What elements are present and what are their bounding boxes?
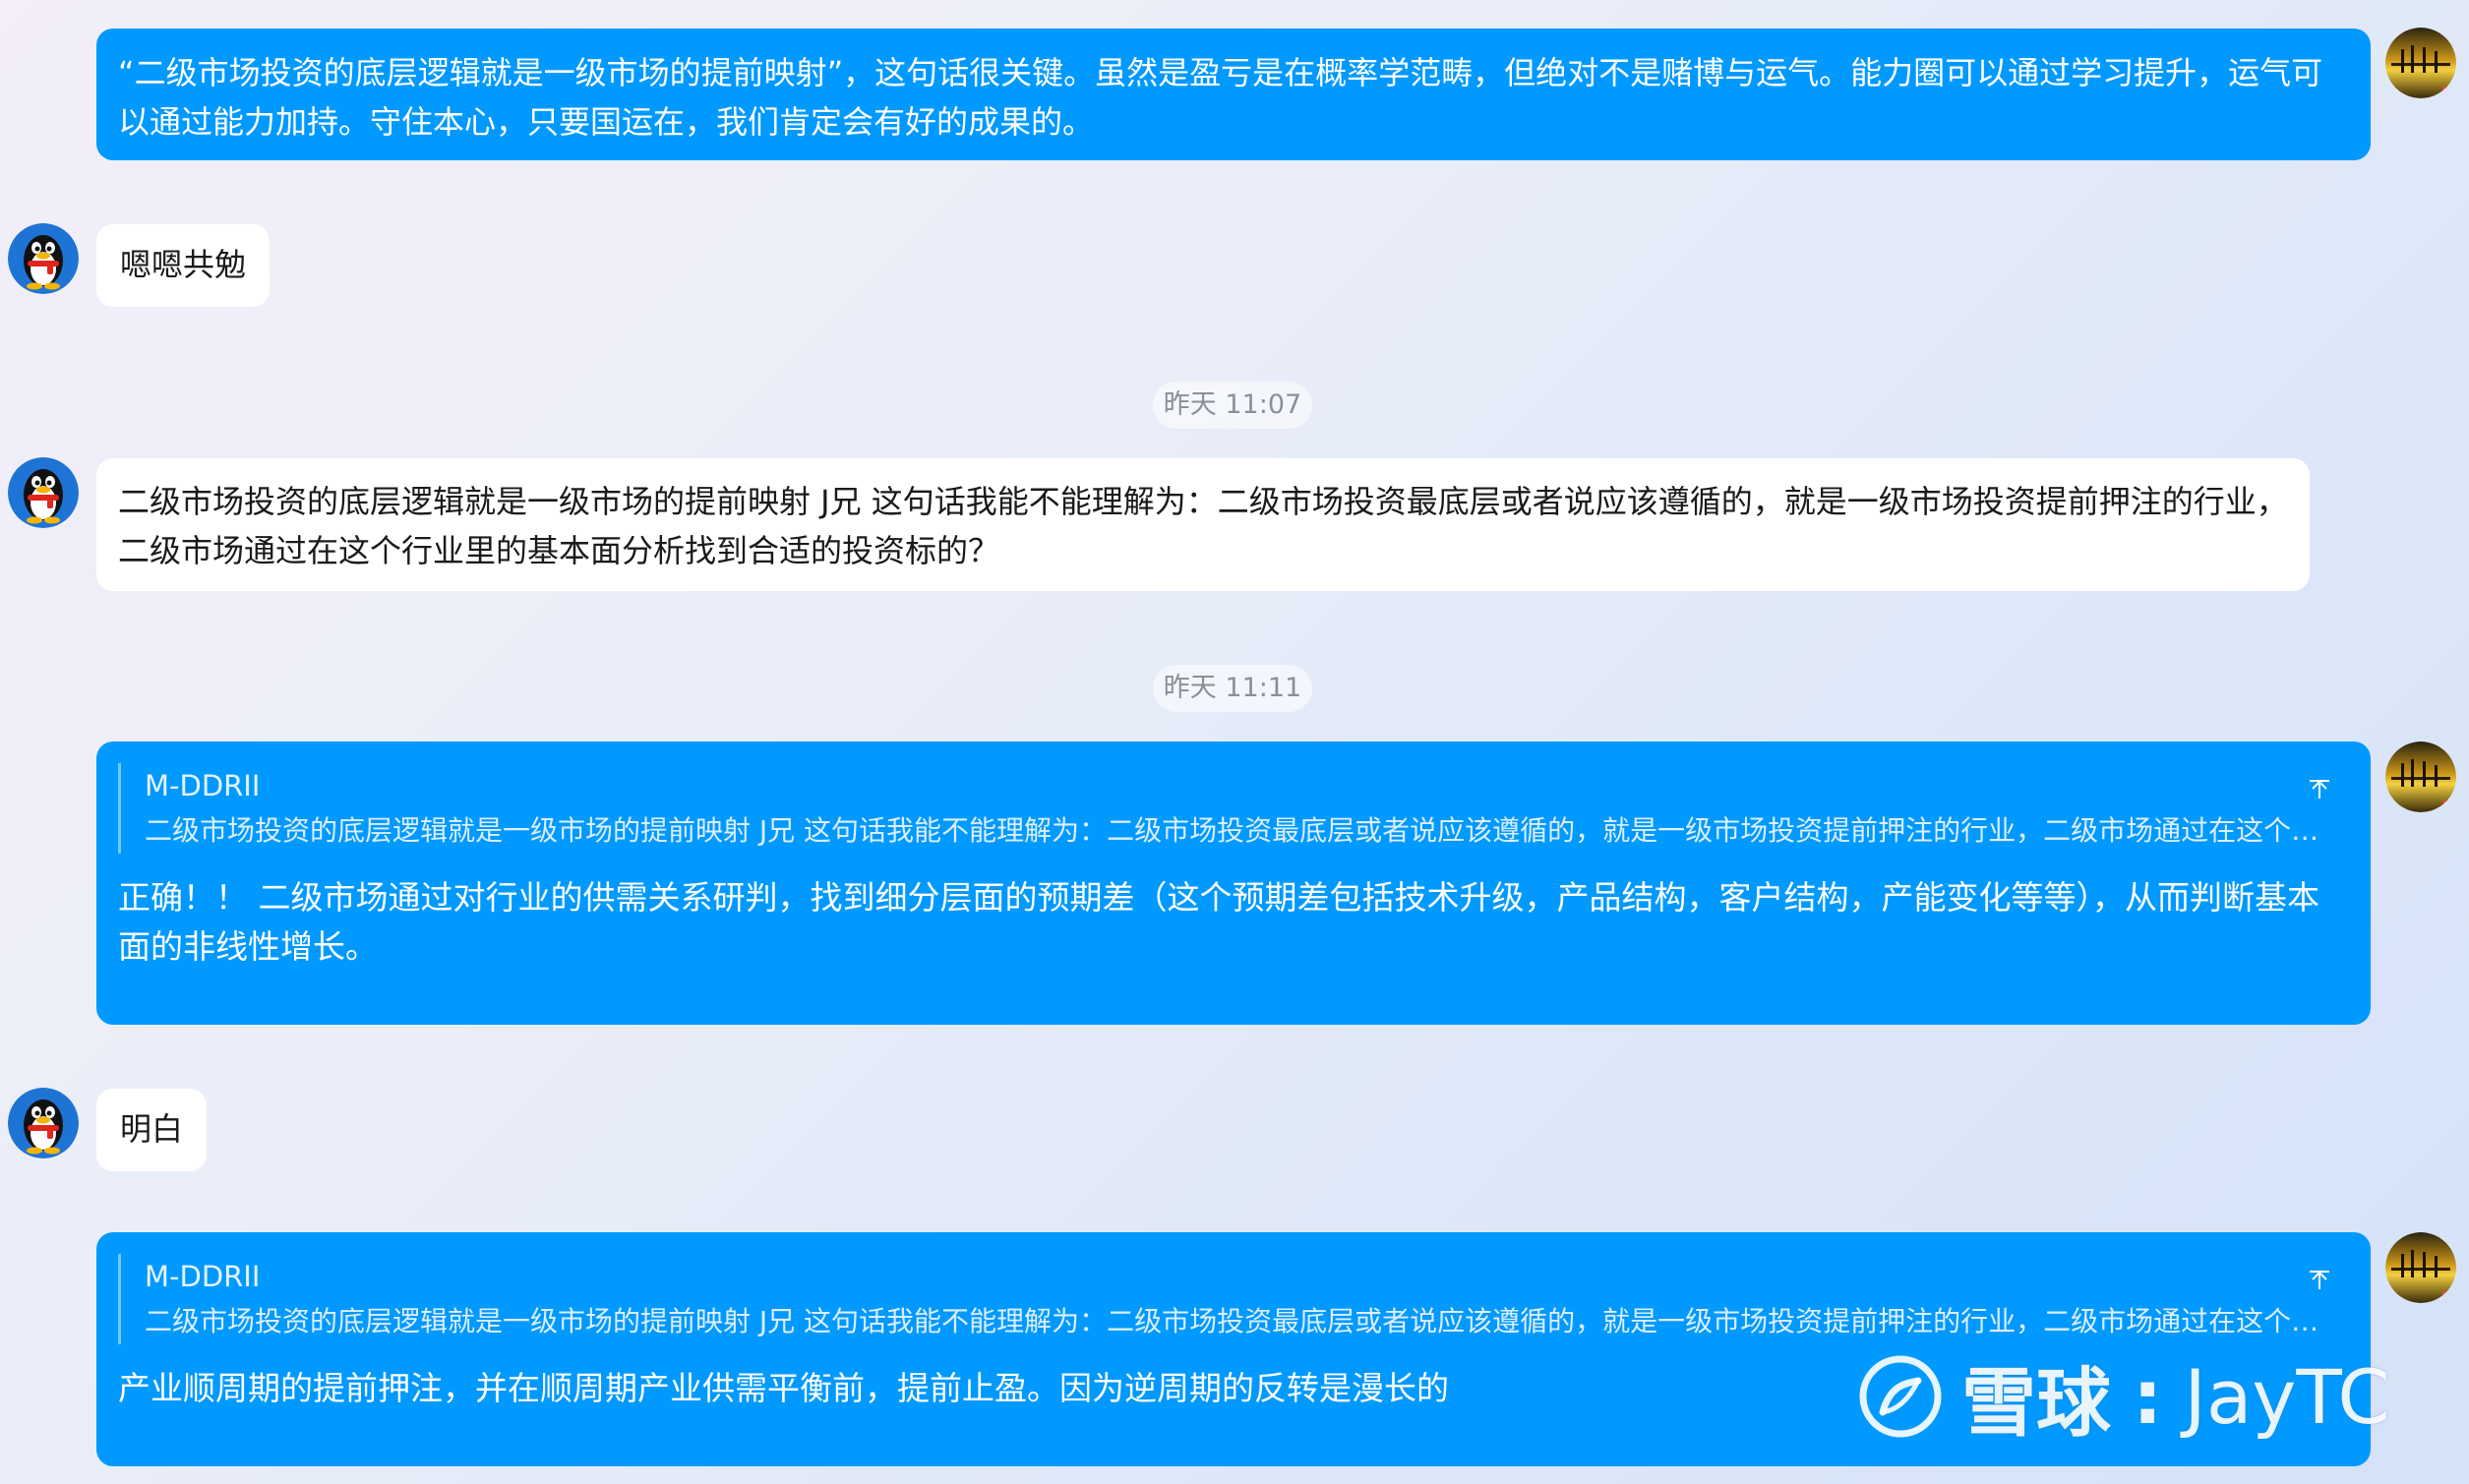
message-text: 二级市场投资的底层逻辑就是一级市场的提前映射 J兄 这句话我能不能理解为：二级市…: [118, 483, 2288, 569]
sunset-avatar-icon: [2385, 1232, 2456, 1303]
message-bubble-outgoing[interactable]: “二级市场投资的底层逻辑就是一级市场的提前映射”，这句话很关键。虽然是盈亏是在概…: [96, 29, 2371, 160]
self-avatar[interactable]: [2385, 742, 2456, 812]
message-bubble-outgoing[interactable]: M-DDRII 二级市场投资的底层逻辑就是一级市场的提前映射 J兄 这句话我能不…: [96, 742, 2371, 1025]
message-text: “二级市场投资的底层逻辑就是一级市场的提前映射”，这句话很关键。虽然是盈亏是在概…: [118, 54, 2323, 141]
quoted-message[interactable]: M-DDRII 二级市场投资的底层逻辑就是一级市场的提前映射 J兄 这句话我能不…: [118, 763, 2349, 854]
message-text: 嗯嗯共勉: [120, 246, 247, 283]
collapse-arrow-icon[interactable]: [2306, 775, 2333, 802]
penguin-avatar-icon: [8, 223, 79, 294]
watermark-user: JayTC: [2184, 1352, 2390, 1441]
quote-author: M-DDRII: [145, 1260, 261, 1293]
timestamp: 昨天 11:11: [1153, 665, 1312, 712]
contact-avatar[interactable]: [8, 223, 79, 294]
message-text: 正确！！ 二级市场通过对行业的供需关系研判，找到细分层面的预期差（这个预期差包括…: [118, 878, 2319, 966]
contact-avatar[interactable]: [8, 457, 79, 528]
watermark: 雪球 : JayTC: [1857, 1349, 2390, 1447]
collapse-arrow-icon[interactable]: [2306, 1266, 2333, 1293]
self-avatar[interactable]: [2385, 28, 2456, 98]
xueqiu-logo-icon: [1859, 1355, 1942, 1438]
quote-text: 二级市场投资的底层逻辑就是一级市场的提前映射 J兄 这句话我能不能理解为：二级市…: [145, 814, 2328, 847]
penguin-avatar-icon: [8, 1088, 79, 1158]
contact-avatar[interactable]: [8, 1088, 79, 1158]
quote-author: M-DDRII: [145, 769, 261, 802]
watermark-site: 雪球: [1961, 1359, 2111, 1447]
quoted-message[interactable]: M-DDRII 二级市场投资的底层逻辑就是一级市场的提前映射 J兄 这句话我能不…: [118, 1254, 2349, 1344]
watermark-separator: :: [2133, 1352, 2163, 1441]
sunset-avatar-icon: [2385, 28, 2456, 98]
message-bubble-incoming[interactable]: 嗯嗯共勉: [96, 224, 271, 307]
quote-text: 二级市场投资的底层逻辑就是一级市场的提前映射 J兄 这句话我能不能理解为：二级市…: [145, 1305, 2328, 1337]
message-bubble-incoming[interactable]: 二级市场投资的底层逻辑就是一级市场的提前映射 J兄 这句话我能不能理解为：二级市…: [96, 458, 2310, 591]
message-bubble-incoming[interactable]: 明白: [96, 1089, 208, 1171]
self-avatar[interactable]: [2385, 1232, 2456, 1303]
timestamp: 昨天 11:07: [1153, 382, 1312, 429]
penguin-avatar-icon: [8, 457, 79, 528]
sunset-avatar-icon: [2385, 742, 2456, 812]
message-text: 明白: [120, 1110, 184, 1148]
